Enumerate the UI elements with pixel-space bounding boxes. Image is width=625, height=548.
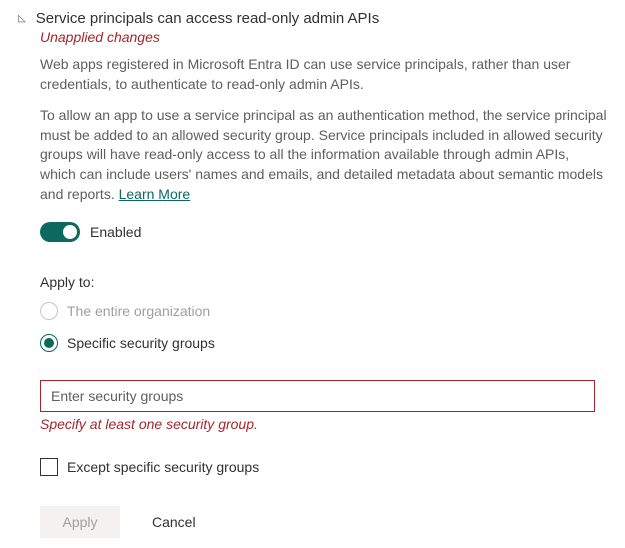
apply-to-label: Apply to: <box>40 274 607 290</box>
radio-specific-groups-row: Specific security groups <box>40 334 607 352</box>
enabled-toggle-row: Enabled <box>40 222 607 242</box>
expand-collapse-icon[interactable]: ◿ <box>18 13 26 24</box>
except-checkbox[interactable] <box>40 458 58 476</box>
learn-more-link[interactable]: Learn More <box>119 186 191 202</box>
security-groups-input[interactable] <box>40 380 595 412</box>
toggle-label: Enabled <box>90 224 141 240</box>
toggle-knob-icon <box>63 225 77 239</box>
validation-error-message: Specify at least one security group. <box>40 416 607 432</box>
radio-entire-organization <box>40 302 58 320</box>
radio-specific-groups[interactable] <box>40 334 58 352</box>
radio-specific-groups-label: Specific security groups <box>67 335 215 351</box>
radio-entire-organization-row: The entire organization <box>40 302 607 320</box>
apply-button[interactable]: Apply <box>40 506 120 538</box>
description-paragraph-1: Web apps registered in Microsoft Entra I… <box>40 55 607 94</box>
unapplied-changes-label: Unapplied changes <box>40 29 607 45</box>
action-buttons: Apply Cancel <box>40 506 607 538</box>
except-checkbox-label: Except specific security groups <box>67 459 259 475</box>
setting-title: Service principals can access read-only … <box>36 10 380 27</box>
description-paragraph-2: To allow an app to use a service princip… <box>40 106 607 204</box>
radio-entire-organization-label: The entire organization <box>67 303 210 319</box>
except-checkbox-row: Except specific security groups <box>40 458 607 476</box>
setting-header: ◿ Service principals can access read-onl… <box>18 10 607 27</box>
enabled-toggle[interactable] <box>40 222 80 242</box>
cancel-button[interactable]: Cancel <box>152 514 196 530</box>
